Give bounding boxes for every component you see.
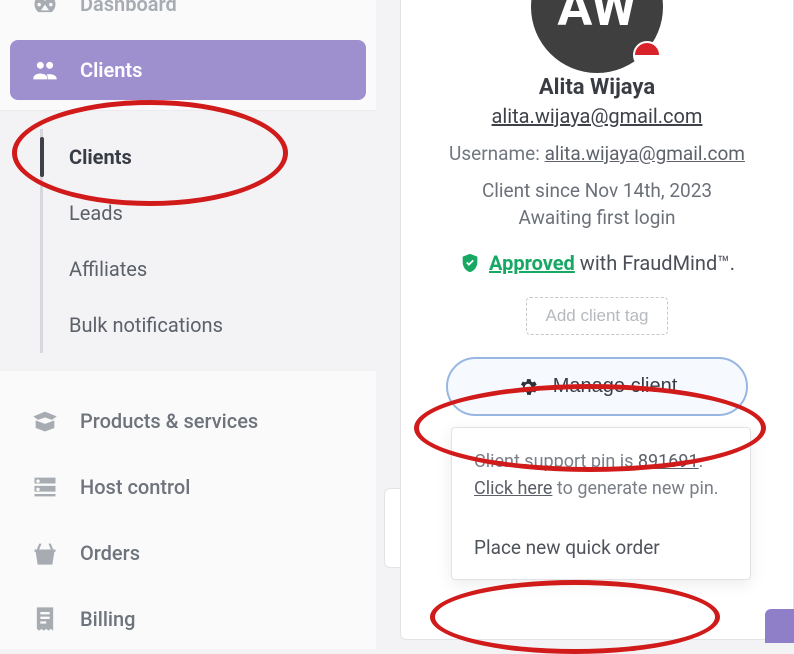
client-email-link[interactable]: alita.wijaya@gmail.com bbox=[492, 104, 703, 128]
username-label: Username: bbox=[449, 142, 545, 165]
nav-host-label: Host control bbox=[80, 475, 190, 499]
subnav-item-affiliates[interactable]: Affiliates bbox=[43, 241, 376, 297]
nav-products-label: Products & services bbox=[80, 409, 258, 433]
subnav-clients: Clients Leads Affiliates Bulk notificati… bbox=[0, 110, 376, 371]
client-username-row: Username: alita.wijaya@gmail.com bbox=[421, 142, 773, 165]
nav-clients[interactable]: Clients bbox=[10, 40, 366, 100]
nav-top-group: Dashboard Clients bbox=[0, 0, 376, 110]
gear-icon bbox=[517, 376, 539, 398]
nav-orders[interactable]: Orders bbox=[10, 523, 366, 583]
fraud-status-row: Approved with FraudMind™. bbox=[421, 251, 773, 275]
basket-icon bbox=[28, 539, 62, 567]
manage-client-button[interactable]: Manage client bbox=[446, 357, 749, 416]
fraud-approved-link[interactable]: Approved bbox=[489, 251, 575, 275]
client-awaiting-login: Awaiting first login bbox=[421, 206, 773, 229]
manage-client-label: Manage client bbox=[553, 375, 678, 398]
client-name: Alita Wijaya bbox=[421, 75, 773, 100]
nav-orders-label: Orders bbox=[80, 541, 140, 565]
nav-dashboard-label: Dashboard bbox=[80, 0, 177, 16]
nav-billing-label: Billing bbox=[80, 607, 136, 631]
receipt-icon bbox=[28, 605, 62, 633]
box-open-icon bbox=[28, 407, 62, 435]
client-card: Keyboard shortcuts Map data ©2023 Google… bbox=[400, 0, 794, 640]
subnav-item-clients[interactable]: Clients bbox=[43, 129, 376, 185]
generate-pin-link[interactable]: Click here bbox=[474, 478, 552, 499]
nav-products[interactable]: Products & services bbox=[10, 391, 366, 451]
avatar-initials: AW bbox=[557, 0, 636, 38]
content-area: Keyboard shortcuts Map data ©2023 Google… bbox=[376, 0, 794, 640]
nav-bottom-group: Products & services Host control Orders … bbox=[0, 371, 376, 649]
sidebar: Dashboard Clients Clients Leads Affiliat… bbox=[0, 0, 376, 640]
users-icon bbox=[28, 56, 62, 84]
place-quick-order-item[interactable]: Place new quick order bbox=[474, 536, 728, 559]
shield-check-icon bbox=[459, 251, 481, 275]
support-pin-text: Client support pin is 891691. Click here… bbox=[474, 448, 728, 502]
gauge-icon bbox=[28, 0, 62, 18]
nav-billing[interactable]: Billing bbox=[10, 589, 366, 649]
decorative-corner bbox=[765, 609, 794, 643]
support-pin-value[interactable]: 891691 bbox=[638, 451, 699, 472]
client-username-link[interactable]: alita.wijaya@gmail.com bbox=[545, 142, 745, 165]
subnav-item-leads[interactable]: Leads bbox=[43, 185, 376, 241]
add-client-tag-button[interactable]: Add client tag bbox=[526, 297, 667, 335]
subnav-item-bulk-notifications[interactable]: Bulk notifications bbox=[43, 297, 376, 353]
country-flag-indonesia bbox=[633, 41, 661, 69]
server-icon bbox=[28, 473, 62, 501]
nav-clients-label: Clients bbox=[80, 58, 142, 82]
pin-prefix: Client support pin is bbox=[474, 451, 638, 472]
client-since: Client since Nov 14th, 2023 bbox=[421, 179, 773, 202]
nav-host-control[interactable]: Host control bbox=[10, 457, 366, 517]
manage-client-dropdown: Client support pin is 891691. Click here… bbox=[451, 427, 751, 580]
pin-suffix: . bbox=[699, 451, 704, 472]
nav-dashboard[interactable]: Dashboard bbox=[10, 0, 366, 34]
fraud-suffix: with FraudMind™. bbox=[575, 251, 735, 275]
gen-suffix: to generate new pin. bbox=[552, 478, 718, 499]
